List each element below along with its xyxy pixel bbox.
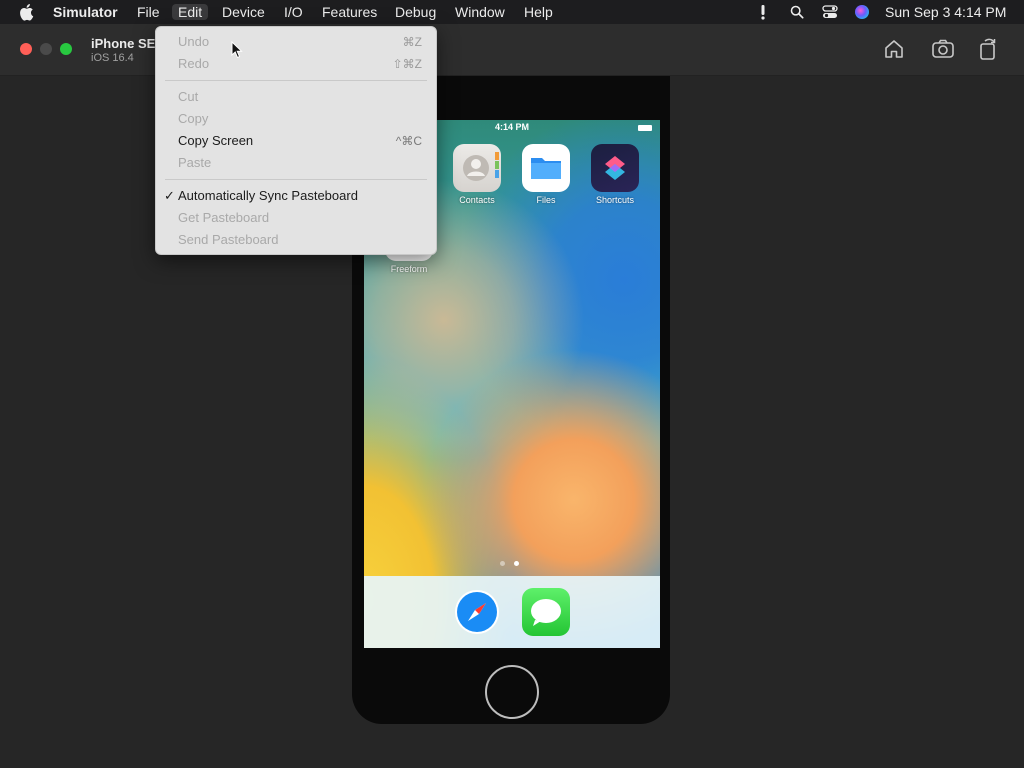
menu-item-copy[interactable]: Copy: [156, 108, 436, 130]
rotate-icon[interactable]: [976, 37, 1000, 61]
menu-edit[interactable]: Edit: [172, 4, 209, 20]
page-dot: [500, 561, 505, 566]
menu-file[interactable]: File: [135, 4, 162, 20]
control-center-icon[interactable]: [822, 4, 838, 20]
menu-io[interactable]: I/O: [282, 4, 305, 20]
app-shortcuts[interactable]: Shortcuts: [585, 144, 645, 205]
alert-icon[interactable]: [756, 4, 770, 20]
menu-item-cut[interactable]: Cut: [156, 86, 436, 108]
checkmark-icon: ✓: [164, 188, 175, 203]
device-os-version: iOS 16.4: [91, 52, 134, 64]
window-close-button[interactable]: [20, 43, 32, 55]
menu-help[interactable]: Help: [522, 4, 555, 20]
menu-device[interactable]: Device: [220, 4, 267, 20]
app-label: Freeform: [390, 264, 428, 274]
menu-item-get-pasteboard[interactable]: Get Pasteboard: [156, 207, 436, 229]
menu-window[interactable]: Window: [453, 4, 507, 20]
menubar-clock[interactable]: Sun Sep 3 4:14 PM: [885, 4, 1006, 20]
window-zoom-button[interactable]: [60, 43, 72, 55]
mouse-cursor-icon: [231, 41, 243, 59]
menu-item-paste[interactable]: Paste: [156, 152, 436, 174]
siri-icon[interactable]: [854, 4, 870, 20]
shortcuts-icon: [591, 144, 639, 192]
safari-icon: [453, 588, 501, 636]
edit-menu-dropdown: Undo ⌘Z Redo ⇧⌘Z Cut Copy Copy Screen ^⌘…: [155, 26, 437, 255]
app-contacts[interactable]: Contacts: [447, 144, 507, 205]
dock: [364, 576, 660, 648]
menu-item-send-pasteboard[interactable]: Send Pasteboard: [156, 229, 436, 251]
app-label: Contacts: [459, 195, 495, 205]
menu-item-undo[interactable]: Undo ⌘Z: [156, 31, 436, 53]
menu-app-simulator[interactable]: Simulator: [51, 4, 118, 20]
menu-bar: Simulator File Edit Device I/O Features …: [0, 0, 1024, 24]
simulator-titlebar: iPhone SE iOS 16.4: [0, 24, 1024, 76]
dock-app-safari[interactable]: [447, 588, 507, 636]
battery-icon: [638, 125, 652, 131]
menu-item-redo[interactable]: Redo ⇧⌘Z: [156, 53, 436, 75]
device-name: iPhone SE: [91, 36, 156, 51]
messages-icon: [522, 588, 570, 636]
iphone-home-button[interactable]: [485, 665, 539, 719]
window-minimize-button[interactable]: [40, 43, 52, 55]
menu-item-copy-screen[interactable]: Copy Screen ^⌘C: [156, 130, 436, 152]
screenshot-icon[interactable]: [931, 37, 955, 61]
menu-separator: [165, 179, 427, 180]
app-files[interactable]: Files: [516, 144, 576, 205]
menu-features[interactable]: Features: [320, 4, 379, 20]
menu-debug[interactable]: Debug: [393, 4, 438, 20]
search-icon[interactable]: [790, 4, 804, 20]
contacts-icon: [453, 144, 501, 192]
home-icon[interactable]: [882, 37, 906, 61]
app-label: Shortcuts: [595, 195, 635, 205]
app-label: Files: [536, 195, 556, 205]
dock-app-messages[interactable]: [516, 588, 576, 636]
menu-separator: [165, 80, 427, 81]
page-dot-current: [514, 561, 519, 566]
menu-item-auto-sync-pasteboard[interactable]: ✓ Automatically Sync Pasteboard: [156, 185, 436, 207]
files-icon: [522, 144, 570, 192]
apple-logo-icon[interactable]: [18, 3, 34, 21]
